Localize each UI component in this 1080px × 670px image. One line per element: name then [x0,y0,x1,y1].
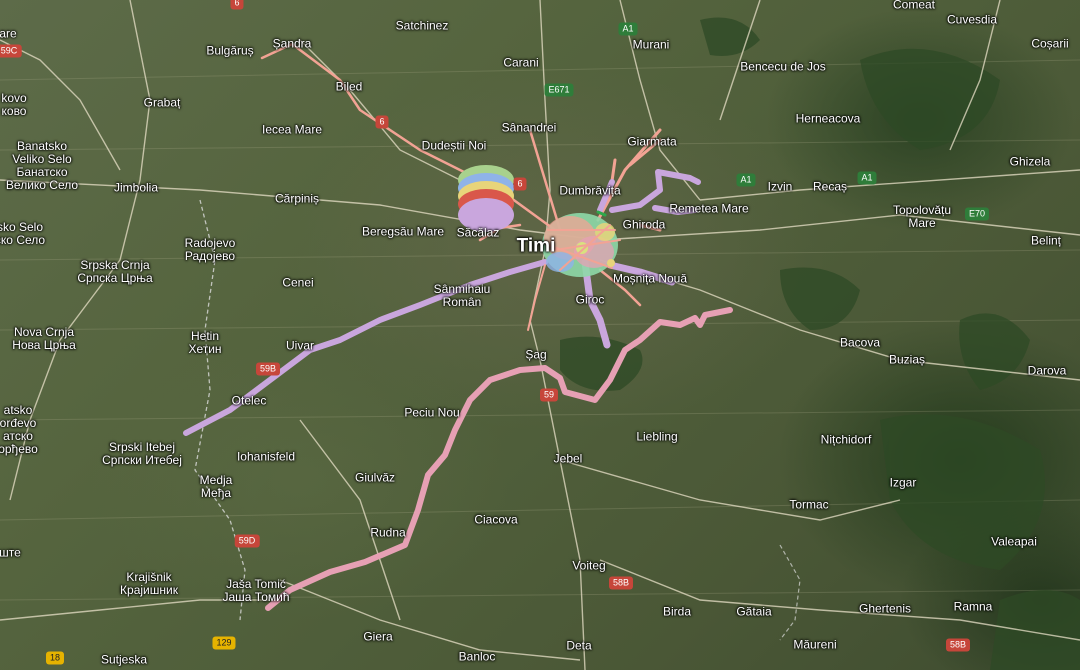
place-label[interactable]: Otelec [232,394,267,408]
place-label[interactable]: Săcălaz [457,226,500,240]
place-label[interactable]: Ramna [954,600,993,614]
place-label[interactable]: Satchinez [396,19,449,33]
road-shield: 58B [945,638,971,652]
place-label[interactable]: Gătaia [736,605,771,619]
place-label[interactable]: ште [0,546,21,560]
place-label[interactable]: Moșnița Nouă [613,272,687,286]
road-shield: 18 [45,651,65,665]
road-shield: 59D [234,534,260,548]
place-label[interactable]: Darova [1028,364,1067,378]
place-label[interactable]: sko Seloско Село [0,221,45,247]
place-label[interactable]: Bacova [840,336,880,350]
place-label[interactable]: Jebel [554,452,583,466]
satellite-map[interactable]: Comeat Cuvesdia Coșarii Satchinez Carani Mura… [0,0,1080,670]
place-label[interactable]: Rudna [370,526,405,540]
place-label[interactable]: Beregsău Mare [362,225,444,239]
place-label[interactable]: atsko orđevo атско орђево [0,404,38,456]
place-label[interactable]: Ghizela [1010,155,1051,169]
place-label[interactable]: Șag [525,348,546,362]
place-label[interactable]: Tormac [789,498,828,512]
place-label[interactable]: Peciu Nou [404,406,459,420]
road-shield: 6 [230,0,244,10]
place-label[interactable]: are [0,27,17,41]
road-shield: A1 [857,171,877,185]
place-label[interactable]: Voiteg [572,559,605,573]
place-label[interactable]: Dumbrăvița [559,184,620,198]
place-label[interactable]: Sânandrei [502,121,557,135]
major-city-label[interactable]: Timi [517,237,556,256]
place-label[interactable]: Bencecu de Jos [740,60,825,74]
place-label[interactable]: Banatsko Veliko Selo Банатско Велико Село [6,140,78,192]
place-label[interactable]: Radojevo Радојево [185,237,236,263]
place-label[interactable]: Dudeștii Noi [422,139,487,153]
place-label[interactable]: Cenei [282,276,313,290]
place-label[interactable]: Izvin [768,180,793,194]
place-label[interactable]: Măureni [793,638,836,652]
road-shield: E671 [544,83,574,97]
place-label[interactable]: Ciacova [474,513,517,527]
place-label[interactable]: Uivar [286,339,314,353]
place-label[interactable]: Cărpiniș [275,192,319,206]
road-shield: 58B [608,576,634,590]
place-label[interactable]: Jimbolia [114,181,158,195]
road-shield: 59 [539,388,559,402]
place-label[interactable]: Sânmihaiu Român [434,283,491,309]
place-label[interactable]: Murani [633,38,670,52]
place-label[interactable]: Cuvesdia [947,13,997,27]
road-shield: 6 [375,115,389,129]
place-label[interactable]: Ghiroda [623,218,666,232]
place-label[interactable]: Biled [336,80,363,94]
place-label[interactable]: Topolovățu Mare [893,204,951,230]
place-label[interactable]: Banloc [459,650,496,664]
place-label[interactable]: Ghertenis [859,602,911,616]
marker-cluster-icon[interactable] [458,165,514,232]
place-label[interactable]: Srpska Crnja Српска Црња [77,259,152,285]
road-shield: E70 [964,207,990,221]
track-pink-south[interactable] [265,307,733,611]
place-label[interactable]: Krajišnik Крајишник [120,571,178,597]
place-label[interactable]: Deta [566,639,591,653]
road-shield: 129 [212,636,236,650]
place-label[interactable]: Iecea Mare [262,123,322,137]
place-label[interactable]: Giroc [576,293,605,307]
road-shield: 6 [513,177,527,191]
place-label[interactable]: Liebling [636,430,677,444]
place-label[interactable]: Herneacova [796,112,861,126]
place-label[interactable]: Jaša Tomić Јаша Томић [222,578,289,604]
road-shield: 59C [0,44,22,58]
place-label[interactable]: Srpski Itebej Српски Итебеј [102,441,182,467]
place-label[interactable]: Medja Међа [200,474,233,500]
place-label[interactable]: Comeat [893,0,935,12]
place-label[interactable]: Buziaș [889,353,925,367]
place-label[interactable]: Birda [663,605,691,619]
road-shield: 59B [255,362,281,376]
road-shield: A1 [618,22,638,36]
place-label[interactable]: Bulgăruș [206,44,253,58]
place-label[interactable]: Giera [363,630,392,644]
place-label[interactable]: Sutjeska [101,653,147,667]
place-label[interactable]: Belinț [1031,234,1061,248]
place-label[interactable]: Carani [503,56,538,70]
place-label[interactable]: Nova Crnja Нова Црња [12,326,76,352]
place-label[interactable]: kovo ково [1,92,26,118]
place-label[interactable]: Giarmata [627,135,676,149]
place-label[interactable]: Giulvăz [355,471,395,485]
road-shield: A1 [736,173,756,187]
place-label[interactable]: Coșarii [1031,37,1068,51]
place-label[interactable]: Grabaț [144,96,181,110]
place-label[interactable]: Șandra [273,37,312,51]
place-label[interactable]: Iohanisfeld [237,450,295,464]
place-label[interactable]: Nițchidorf [821,433,872,447]
place-label[interactable]: Hetin Хетин [188,330,221,356]
place-label[interactable]: Valeapai [991,535,1037,549]
place-label[interactable]: Izgar [890,476,917,490]
place-label[interactable]: Recaș [813,180,847,194]
place-label[interactable]: Remetea Mare [669,202,748,216]
